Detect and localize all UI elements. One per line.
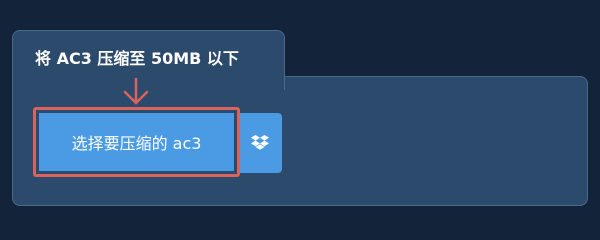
dropbox-button[interactable]	[237, 113, 282, 173]
choose-file-button[interactable]: 选择要压缩的 ac3	[39, 113, 234, 171]
dropbox-icon	[250, 135, 269, 150]
tab-title: 将 AC3 压缩至 50MB 以下	[35, 49, 239, 68]
choose-file-label: 选择要压缩的 ac3	[71, 134, 202, 153]
arrow-down-icon	[123, 78, 149, 105]
